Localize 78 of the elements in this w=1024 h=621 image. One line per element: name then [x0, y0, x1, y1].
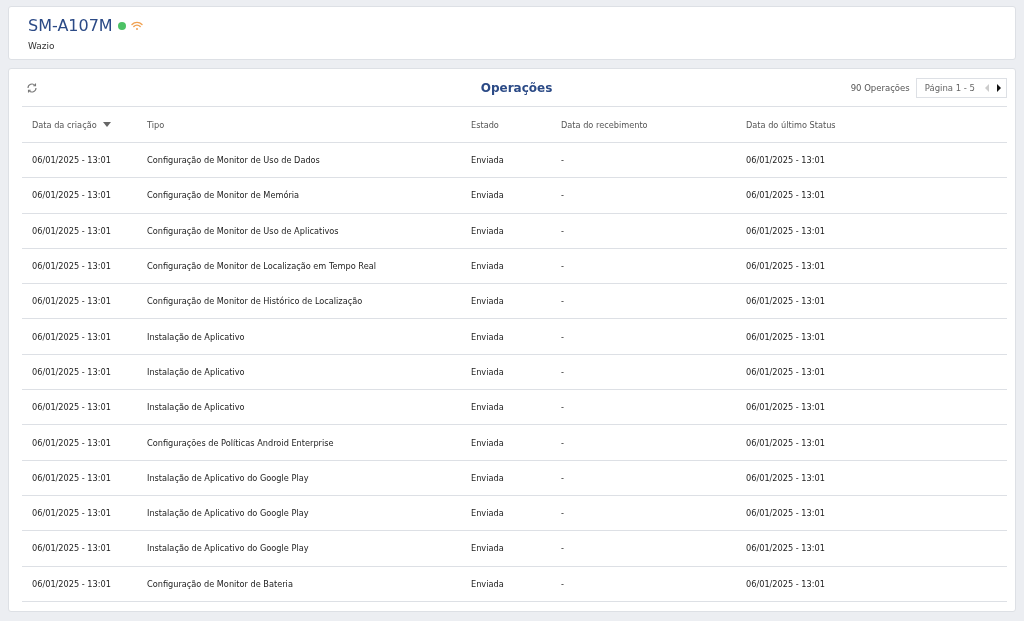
table-cell: 06/01/2025 - 13:01: [32, 366, 111, 377]
table-cell: Configuração de Monitor de Memória: [147, 190, 300, 201]
operations-count: 90 Operações: [850, 82, 910, 93]
panel-title: Operações: [480, 80, 553, 95]
table-cell: Instalação de Aplicativo do Google Play: [147, 543, 309, 554]
table-cell: -: [561, 402, 564, 413]
table-cell: -: [561, 261, 564, 272]
table-cell: Instalação de Aplicativo: [147, 331, 245, 342]
table-cell: Enviada: [471, 508, 504, 519]
table-cell: 06/01/2025 - 13:01: [32, 190, 111, 201]
table-cell: Enviada: [471, 366, 504, 377]
table-cell: 06/01/2025 - 13:01: [746, 331, 825, 342]
table-cell: Instalação de Aplicativo do Google Play: [147, 472, 309, 483]
table-cell: -: [561, 296, 564, 307]
table-cell: -: [561, 543, 564, 554]
table-cell: 06/01/2025 - 13:01: [32, 543, 111, 554]
table-cell: Enviada: [471, 225, 504, 236]
table-cell: Enviada: [471, 190, 504, 201]
column-header[interactable]: Tipo: [147, 119, 165, 130]
table-cell: Configuração de Monitor de Uso de Aplicativos: [147, 225, 339, 236]
table-cell: -: [561, 578, 564, 589]
wifi-icon: [130, 20, 143, 31]
table-cell: 06/01/2025 - 13:01: [32, 261, 111, 272]
table-cell: 06/01/2025 - 13:01: [32, 331, 111, 342]
table-cell: Enviada: [471, 472, 504, 483]
column-header[interactable]: Data da criação: [32, 119, 111, 130]
device-name: SM-A107M: [28, 16, 113, 35]
table-cell: Instalação de Aplicativo do Google Play: [147, 508, 309, 519]
column-header[interactable]: Data do último Status: [746, 119, 836, 130]
table-cell: 06/01/2025 - 13:01: [32, 437, 111, 448]
table-cell: 06/01/2025 - 13:01: [746, 190, 825, 201]
table-cell: -: [561, 225, 564, 236]
table-cell: 06/01/2025 - 13:01: [32, 508, 111, 519]
table-cell: 06/01/2025 - 13:01: [746, 296, 825, 307]
column-header[interactable]: Estado: [471, 119, 499, 130]
table-cell: Enviada: [471, 331, 504, 342]
table-cell: 06/01/2025 - 13:01: [32, 472, 111, 483]
table-cell: -: [561, 437, 564, 448]
table-cell: -: [561, 366, 564, 377]
table-cell: Enviada: [471, 261, 504, 272]
page-label: Página 1 - 5: [924, 82, 975, 93]
table-cell: Configurações de Políticas Android Enterprise: [147, 437, 334, 448]
table-cell: -: [561, 508, 564, 519]
table-cell: 06/01/2025 - 13:01: [32, 402, 111, 413]
next-page-icon[interactable]: [996, 83, 1001, 92]
table-cell: -: [561, 190, 564, 201]
table-cell: Configuração de Monitor de Histórico de Localização: [147, 296, 363, 307]
table-cell: 06/01/2025 - 13:01: [746, 578, 825, 589]
table-cell: 06/01/2025 - 13:01: [746, 543, 825, 554]
table-cell: 06/01/2025 - 13:01: [746, 225, 825, 236]
table-cell: -: [561, 155, 564, 166]
column-header[interactable]: Data do recebimento: [561, 119, 648, 130]
table-cell: 06/01/2025 - 13:01: [746, 366, 825, 377]
table-cell: 06/01/2025 - 13:01: [746, 261, 825, 272]
table-cell: 06/01/2025 - 13:01: [746, 155, 825, 166]
refresh-icon[interactable]: [26, 81, 38, 94]
table-cell: 06/01/2025 - 13:01: [32, 296, 111, 307]
table-cell: Enviada: [471, 402, 504, 413]
table-cell: 06/01/2025 - 13:01: [746, 437, 825, 448]
table-cell: Instalação de Aplicativo: [147, 366, 245, 377]
device-subtitle: Wazio: [28, 41, 56, 51]
table-cell: 06/01/2025 - 13:01: [746, 472, 825, 483]
table-cell: 06/01/2025 - 13:01: [32, 225, 111, 236]
table-cell: -: [561, 331, 564, 342]
table-cell: Configuração de Monitor de Uso de Dados: [147, 155, 320, 166]
table-cell: 06/01/2025 - 13:01: [746, 508, 825, 519]
table-cell: Enviada: [471, 296, 504, 307]
table-cell: 06/01/2025 - 13:01: [32, 155, 111, 166]
table-cell: Configuração de Monitor de Bateria: [147, 578, 293, 589]
table-cell: Enviada: [471, 543, 504, 554]
table-cell: -: [561, 472, 564, 483]
table-cell: Configuração de Monitor de Localização em Tempo Real: [147, 261, 376, 272]
table-cell: 06/01/2025 - 13:01: [746, 402, 825, 413]
table-cell: Enviada: [471, 578, 504, 589]
table-cell: 06/01/2025 - 13:01: [32, 578, 111, 589]
table-cell: Enviada: [471, 437, 504, 448]
table-cell: Enviada: [471, 155, 504, 166]
table-cell: Instalação de Aplicativo: [147, 402, 245, 413]
